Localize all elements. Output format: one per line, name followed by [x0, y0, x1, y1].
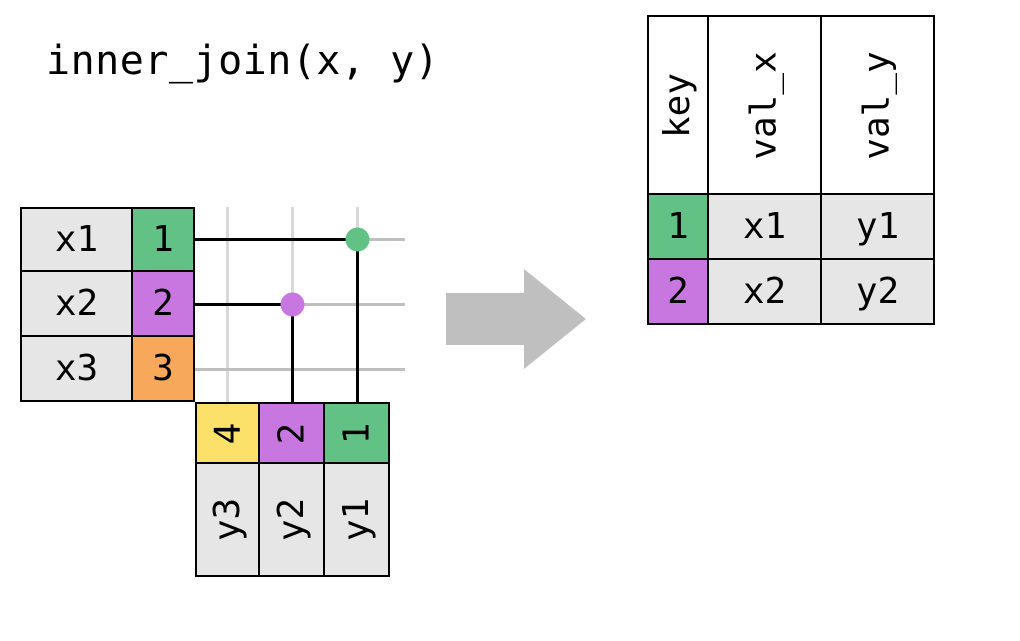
x-row-3-val: x3	[20, 337, 133, 402]
y-col-3-key: 1	[325, 402, 390, 464]
x-row-3-key: 3	[133, 337, 195, 402]
table-y: 4 2 1 y3 y2 y1	[195, 402, 390, 577]
result-row-2-valy: y2	[822, 260, 935, 325]
result-table: key val_x val_y 1 x1 y1 2 x2 y2	[647, 15, 935, 325]
result-header-key: key	[647, 15, 709, 195]
diagram-title: inner_join(x, y)	[46, 38, 439, 84]
y-col-3-val: y1	[325, 464, 390, 577]
x-row-2-val: x2	[20, 272, 133, 337]
result-header-valy: val_y	[822, 15, 935, 195]
table-x: x1 1 x2 2 x3 3	[20, 207, 195, 402]
result-row-2-key: 2	[647, 260, 709, 325]
y-col-2-key: 2	[260, 402, 325, 464]
result-row-2-valx: x2	[709, 260, 822, 325]
y-col-2-val: y2	[260, 464, 325, 577]
join-grid	[195, 207, 410, 407]
result-row-1-valx: x1	[709, 195, 822, 260]
arrow-icon	[446, 269, 586, 369]
y-col-1-key: 4	[195, 402, 260, 464]
x-row-2-key: 2	[133, 272, 195, 337]
result-row-1-key: 1	[647, 195, 709, 260]
x-row-1-key: 1	[133, 207, 195, 272]
result-header-valx: val_x	[709, 15, 822, 195]
x-row-1-val: x1	[20, 207, 133, 272]
y-col-1-val: y3	[195, 464, 260, 577]
match-dot-1	[346, 228, 370, 252]
result-row-1-valy: y1	[822, 195, 935, 260]
match-dot-2	[281, 293, 305, 317]
